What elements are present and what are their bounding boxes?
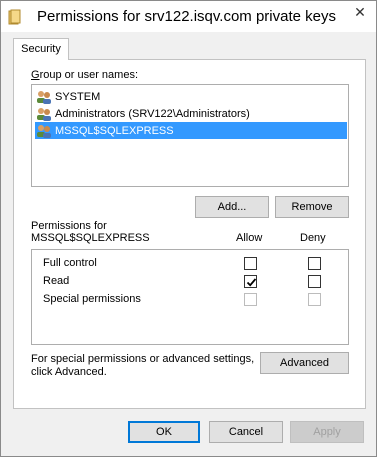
allow-column-header: Allow [236,232,263,244]
permissions-for-user: MSSQL$SQLEXPRESS [31,232,150,244]
permissions-for-label: Permissions for [31,220,107,232]
title-bar[interactable]: Permissions for srv122.isqv.com private … [1,1,376,33]
cancel-button[interactable]: Cancel [209,421,283,443]
users-group-icon [36,124,52,138]
folder-key-icon [8,9,22,25]
permission-name: Special permissions [43,293,141,305]
permissions-dialog: Permissions for srv122.isqv.com private … [0,0,377,457]
list-item[interactable]: Administrators (SRV122\Administrators) [35,105,347,122]
advanced-note-line1: For special permissions or advanced sett… [31,353,255,365]
deny-checkbox[interactable] [308,257,321,270]
list-item[interactable]: SYSTEM [35,88,347,105]
dialog-footer: OK Cancel Apply [1,410,376,456]
permission-row: Special permissions [32,291,348,309]
user-name: Administrators (SRV122\Administrators) [55,107,250,120]
checkmark-icon [246,278,257,287]
permission-row: Full control [32,255,348,273]
user-listbox[interactable]: SYSTEM Administrators (SRV122\Administra… [31,84,349,187]
tab-security[interactable]: Security [13,38,69,60]
permissions-list: Full control Read Special permissions [31,249,349,345]
list-item[interactable]: MSSQL$SQLEXPRESS [35,122,347,139]
ok-button[interactable]: OK [128,421,200,443]
advanced-button[interactable]: Advanced [260,352,349,374]
users-group-icon [36,90,52,104]
window-title: Permissions for srv122.isqv.com private … [37,8,336,25]
security-tab-panel: Group or user names: SYSTEM Administrato… [13,59,366,409]
allow-checkbox[interactable] [244,275,257,288]
apply-button: Apply [290,421,364,443]
permission-name: Read [43,275,70,287]
permission-row: Read [32,273,348,291]
deny-checkbox [308,293,321,306]
user-name: SYSTEM [55,90,101,103]
users-group-icon [36,107,52,121]
close-button[interactable]: ✕ [345,2,375,24]
deny-column-header: Deny [300,232,326,244]
user-name: MSSQL$SQLEXPRESS [55,124,174,137]
remove-button[interactable]: Remove [275,196,349,218]
add-button[interactable]: Add... [195,196,269,218]
permission-name: Full control [43,257,97,269]
deny-checkbox[interactable] [308,275,321,288]
advanced-note-line2: click Advanced. [31,366,107,378]
allow-checkbox [244,293,257,306]
group-or-user-names-label: Group or user names: [31,69,138,81]
allow-checkbox[interactable] [244,257,257,270]
